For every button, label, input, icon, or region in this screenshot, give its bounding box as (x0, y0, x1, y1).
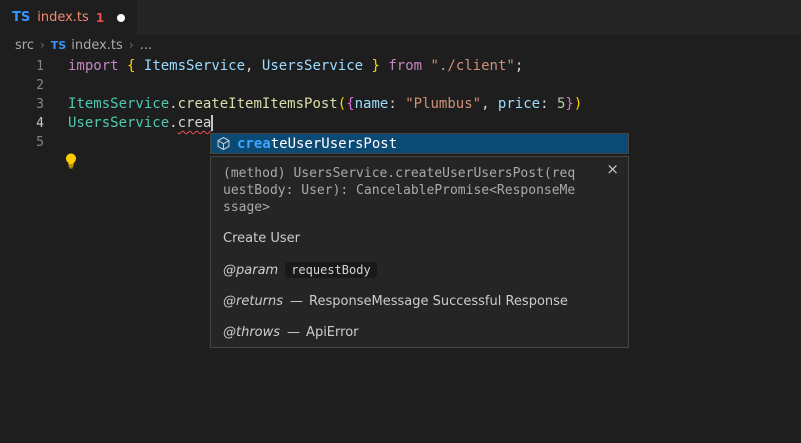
suggest-rest-text: teUserUsersPost (271, 136, 397, 152)
doc-description: Create User (223, 231, 616, 247)
tab-error-count-badge: 1 (96, 11, 104, 25)
code-token: } (565, 96, 573, 112)
line-number[interactable]: 1 (0, 57, 44, 76)
breadcrumb-item-file[interactable]: index.ts (71, 38, 123, 53)
typescript-file-icon: TS (12, 10, 30, 25)
text-cursor (211, 115, 213, 131)
tag-returns-label: @returns (223, 294, 283, 309)
code-token: from (388, 58, 422, 74)
line-number[interactable]: 3 (0, 95, 44, 114)
tab-label: index.ts (37, 10, 89, 25)
dash-separator: — (287, 325, 300, 340)
code-token: ( (338, 96, 346, 112)
typescript-file-icon: TS (51, 39, 66, 52)
tag-throws-label: @throws (223, 325, 280, 340)
lightbulb-quickfix-icon[interactable] (64, 153, 78, 173)
code-token: } (372, 58, 380, 74)
code-line[interactable]: 3 ItemsService.createItemItemsPost({name:… (0, 95, 801, 114)
code-token: ItemsService (68, 96, 169, 112)
code-text: import { ItemsService, UsersService } fr… (68, 57, 523, 76)
code-token: import (68, 58, 119, 74)
line-number[interactable]: 4 (0, 114, 44, 133)
doc-tag-param: @param requestBody (223, 262, 616, 279)
returns-text: ResponseMessage Successful Response (309, 294, 568, 309)
code-line[interactable]: 4 UsersService.crea (0, 114, 801, 133)
suggest-item-label: createUserUsersPost (237, 136, 397, 152)
param-name-badge: requestBody (285, 262, 376, 278)
code-text: UsersService.crea (68, 114, 213, 133)
line-number[interactable]: 5 (0, 133, 44, 152)
code-token: price (498, 96, 540, 112)
code-token: UsersService (68, 115, 169, 131)
code-token: : (388, 96, 405, 112)
method-signature: (method) UsersService.createUserUsersPos… (223, 165, 575, 216)
breadcrumb-item-symbol[interactable]: ... (140, 38, 152, 53)
dash-separator: — (290, 294, 303, 309)
code-token: . (169, 115, 177, 131)
breadcrumb-item-src[interactable]: src (15, 38, 34, 53)
code-token: , (245, 58, 262, 74)
close-icon[interactable]: × (606, 162, 619, 177)
code-token (119, 58, 127, 74)
code-token: : (540, 96, 557, 112)
vscode-window: TS index.ts 1 src › TS index.ts › ... 1i… (0, 0, 801, 443)
code-token: , (481, 96, 498, 112)
code-token (135, 58, 143, 74)
code-token: crea (178, 115, 212, 131)
code-token: name (355, 96, 389, 112)
code-token: ) (574, 96, 582, 112)
code-token: ItemsService (144, 58, 245, 74)
code-token: createItemItemsPost (178, 96, 338, 112)
suggest-item-createUserUsersPost[interactable]: createUserUsersPost (210, 133, 629, 154)
code-token: { (346, 96, 354, 112)
suggest-docs-panel: × (method) UsersService.createUserUsersP… (210, 156, 629, 348)
doc-tag-throws: @throws — ApiError (223, 325, 616, 341)
throws-text: ApiError (306, 325, 358, 340)
code-token: UsersService (262, 58, 363, 74)
tag-param-label: @param (223, 263, 278, 278)
code-line[interactable]: 2 (0, 76, 801, 95)
code-text: ItemsService.createItemItemsPost({name: … (68, 95, 582, 114)
code-token: "Plumbus" (405, 96, 481, 112)
modified-dot-icon[interactable] (117, 14, 125, 22)
doc-tag-returns: @returns — ResponseMessage Successful Resp… (223, 294, 616, 310)
code-token: "./client" (431, 58, 515, 74)
code-line[interactable]: 1 import { ItemsService, UsersService } f… (0, 57, 801, 76)
method-cube-icon (216, 136, 231, 151)
chevron-right-icon: › (40, 38, 45, 52)
suggest-match-text: crea (237, 136, 271, 152)
chevron-right-icon: › (129, 38, 134, 52)
code-token (363, 58, 371, 74)
tab-index-ts[interactable]: TS index.ts 1 (0, 0, 137, 35)
code-token (422, 58, 430, 74)
code-token: ; (515, 58, 523, 74)
code-token: . (169, 96, 177, 112)
breadcrumb: src › TS index.ts › ... (0, 35, 801, 55)
tab-bar: TS index.ts 1 (0, 0, 801, 35)
suggest-widget: createUserUsersPost × (method) UsersServ… (210, 133, 629, 348)
line-number[interactable]: 2 (0, 76, 44, 95)
